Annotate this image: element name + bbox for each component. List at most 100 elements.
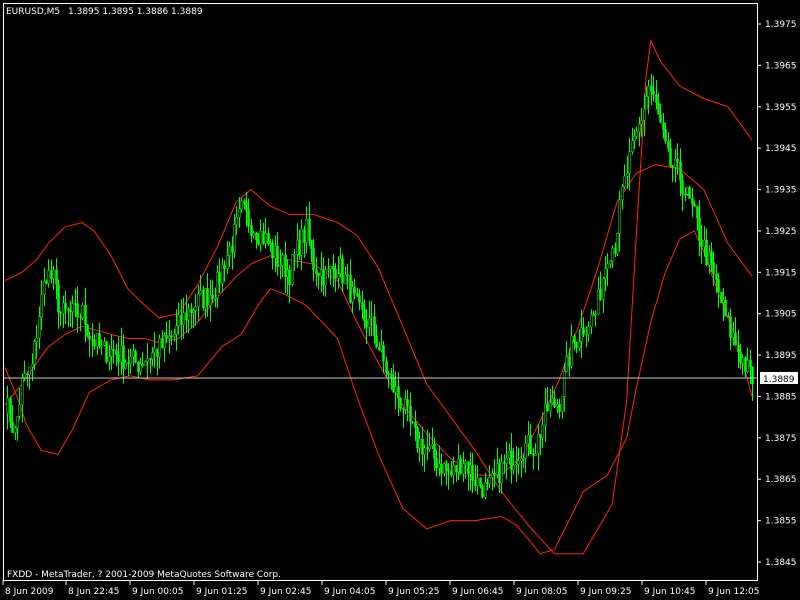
candle-body — [93, 339, 96, 347]
candle-body — [271, 242, 274, 259]
candle-body — [705, 239, 708, 266]
candle-body — [312, 248, 315, 271]
candle-body — [96, 333, 99, 347]
candle-body — [720, 291, 723, 303]
price-chart[interactable]: 1.3975 1.3965 1.3955 1.3945 1.3935 1.3925 1.39… — [0, 0, 800, 600]
candle-body — [279, 265, 282, 267]
candle-body — [163, 335, 166, 349]
candle-body — [614, 247, 617, 254]
candle-body — [259, 231, 262, 245]
candle-body — [500, 461, 503, 484]
candle-body — [698, 217, 701, 241]
candle-body — [341, 258, 344, 284]
candle-body — [737, 344, 740, 353]
candle-body — [211, 295, 214, 300]
candle-body — [732, 332, 735, 338]
candle-body — [510, 450, 513, 471]
candle-body — [21, 377, 24, 406]
candle-body — [361, 302, 364, 310]
y-tick-label: 1.3925 — [765, 227, 797, 237]
candle-body — [659, 113, 662, 123]
candle-body — [669, 148, 672, 166]
candle-body — [288, 269, 291, 285]
candle-body — [218, 272, 221, 284]
candle-body — [88, 335, 91, 340]
candle-body — [257, 239, 260, 245]
candle-body — [537, 434, 540, 454]
candle-body — [346, 274, 349, 277]
candle-body — [534, 453, 537, 456]
candle-body — [638, 124, 641, 132]
candle-body — [479, 477, 482, 487]
candle-body — [628, 151, 631, 174]
candle-body — [457, 458, 460, 473]
x-tick-label: 9 Jun 02:45 — [260, 587, 311, 597]
candle-body — [450, 470, 453, 476]
candle-body — [712, 262, 715, 275]
candle-body — [339, 258, 342, 274]
candle-body — [561, 396, 564, 412]
candle-body — [40, 294, 43, 318]
candle-body — [385, 360, 388, 374]
candle-body — [647, 85, 650, 97]
candle-body — [264, 232, 267, 244]
candle-body — [652, 91, 655, 95]
candle-body — [655, 94, 658, 103]
candle-body — [192, 310, 195, 313]
candle-body — [618, 199, 621, 234]
candle-body — [291, 254, 294, 285]
candle-body — [199, 289, 202, 295]
current-price-marker: 1.3889 — [760, 372, 798, 385]
candle-body — [296, 239, 299, 255]
candle-body — [84, 305, 87, 325]
candle-body — [23, 373, 26, 379]
candle-body — [428, 445, 431, 450]
candle-body — [177, 314, 180, 326]
candle-body — [161, 338, 164, 349]
candle-body — [100, 344, 103, 347]
y-tick-label: 1.3865 — [765, 475, 797, 485]
candle-body — [35, 337, 38, 342]
candle-body — [368, 317, 371, 328]
candle-body — [141, 363, 144, 366]
symbol-title: EURUSD,M5 — [6, 7, 60, 17]
candle-body — [380, 345, 383, 351]
candle-body — [28, 366, 31, 375]
x-tick-label: 9 Jun 09:25 — [580, 587, 631, 597]
candle-body — [496, 463, 499, 475]
candle-body — [594, 313, 597, 316]
candle-body — [563, 371, 566, 397]
candle-body — [146, 358, 149, 362]
candle-body — [332, 265, 335, 270]
candle-body — [587, 326, 590, 335]
candle-body — [382, 345, 385, 362]
candle-body — [440, 463, 443, 474]
candle-body — [616, 233, 619, 254]
y-tick-label: 1.3905 — [765, 310, 797, 320]
candle-body — [703, 239, 706, 247]
candle-body — [98, 333, 101, 347]
candle-body — [399, 398, 402, 409]
candle-body — [79, 316, 82, 319]
candle-body — [582, 327, 585, 335]
candle-body — [421, 438, 424, 455]
candle-body — [209, 295, 212, 306]
candle-body — [541, 424, 544, 438]
x-tick-label: 8 Jun 22:45 — [68, 587, 119, 597]
candle-body — [274, 246, 277, 259]
candle-body — [187, 308, 190, 321]
candle-body — [175, 325, 178, 335]
candle-body — [245, 203, 248, 211]
candle-body — [327, 268, 330, 271]
ohlc-readout: 1.3895 1.3895 1.3886 1.3889 — [68, 7, 203, 17]
candle-body — [14, 427, 17, 433]
candle-body — [31, 363, 34, 368]
candle-body — [105, 341, 108, 363]
candle-body — [551, 398, 554, 404]
candle-body — [433, 443, 436, 459]
candle-body — [243, 200, 246, 204]
candle-body — [129, 356, 132, 365]
x-tick-label: 9 Jun 06:45 — [452, 587, 503, 597]
candle-body — [180, 314, 183, 325]
candle-body — [91, 339, 94, 341]
